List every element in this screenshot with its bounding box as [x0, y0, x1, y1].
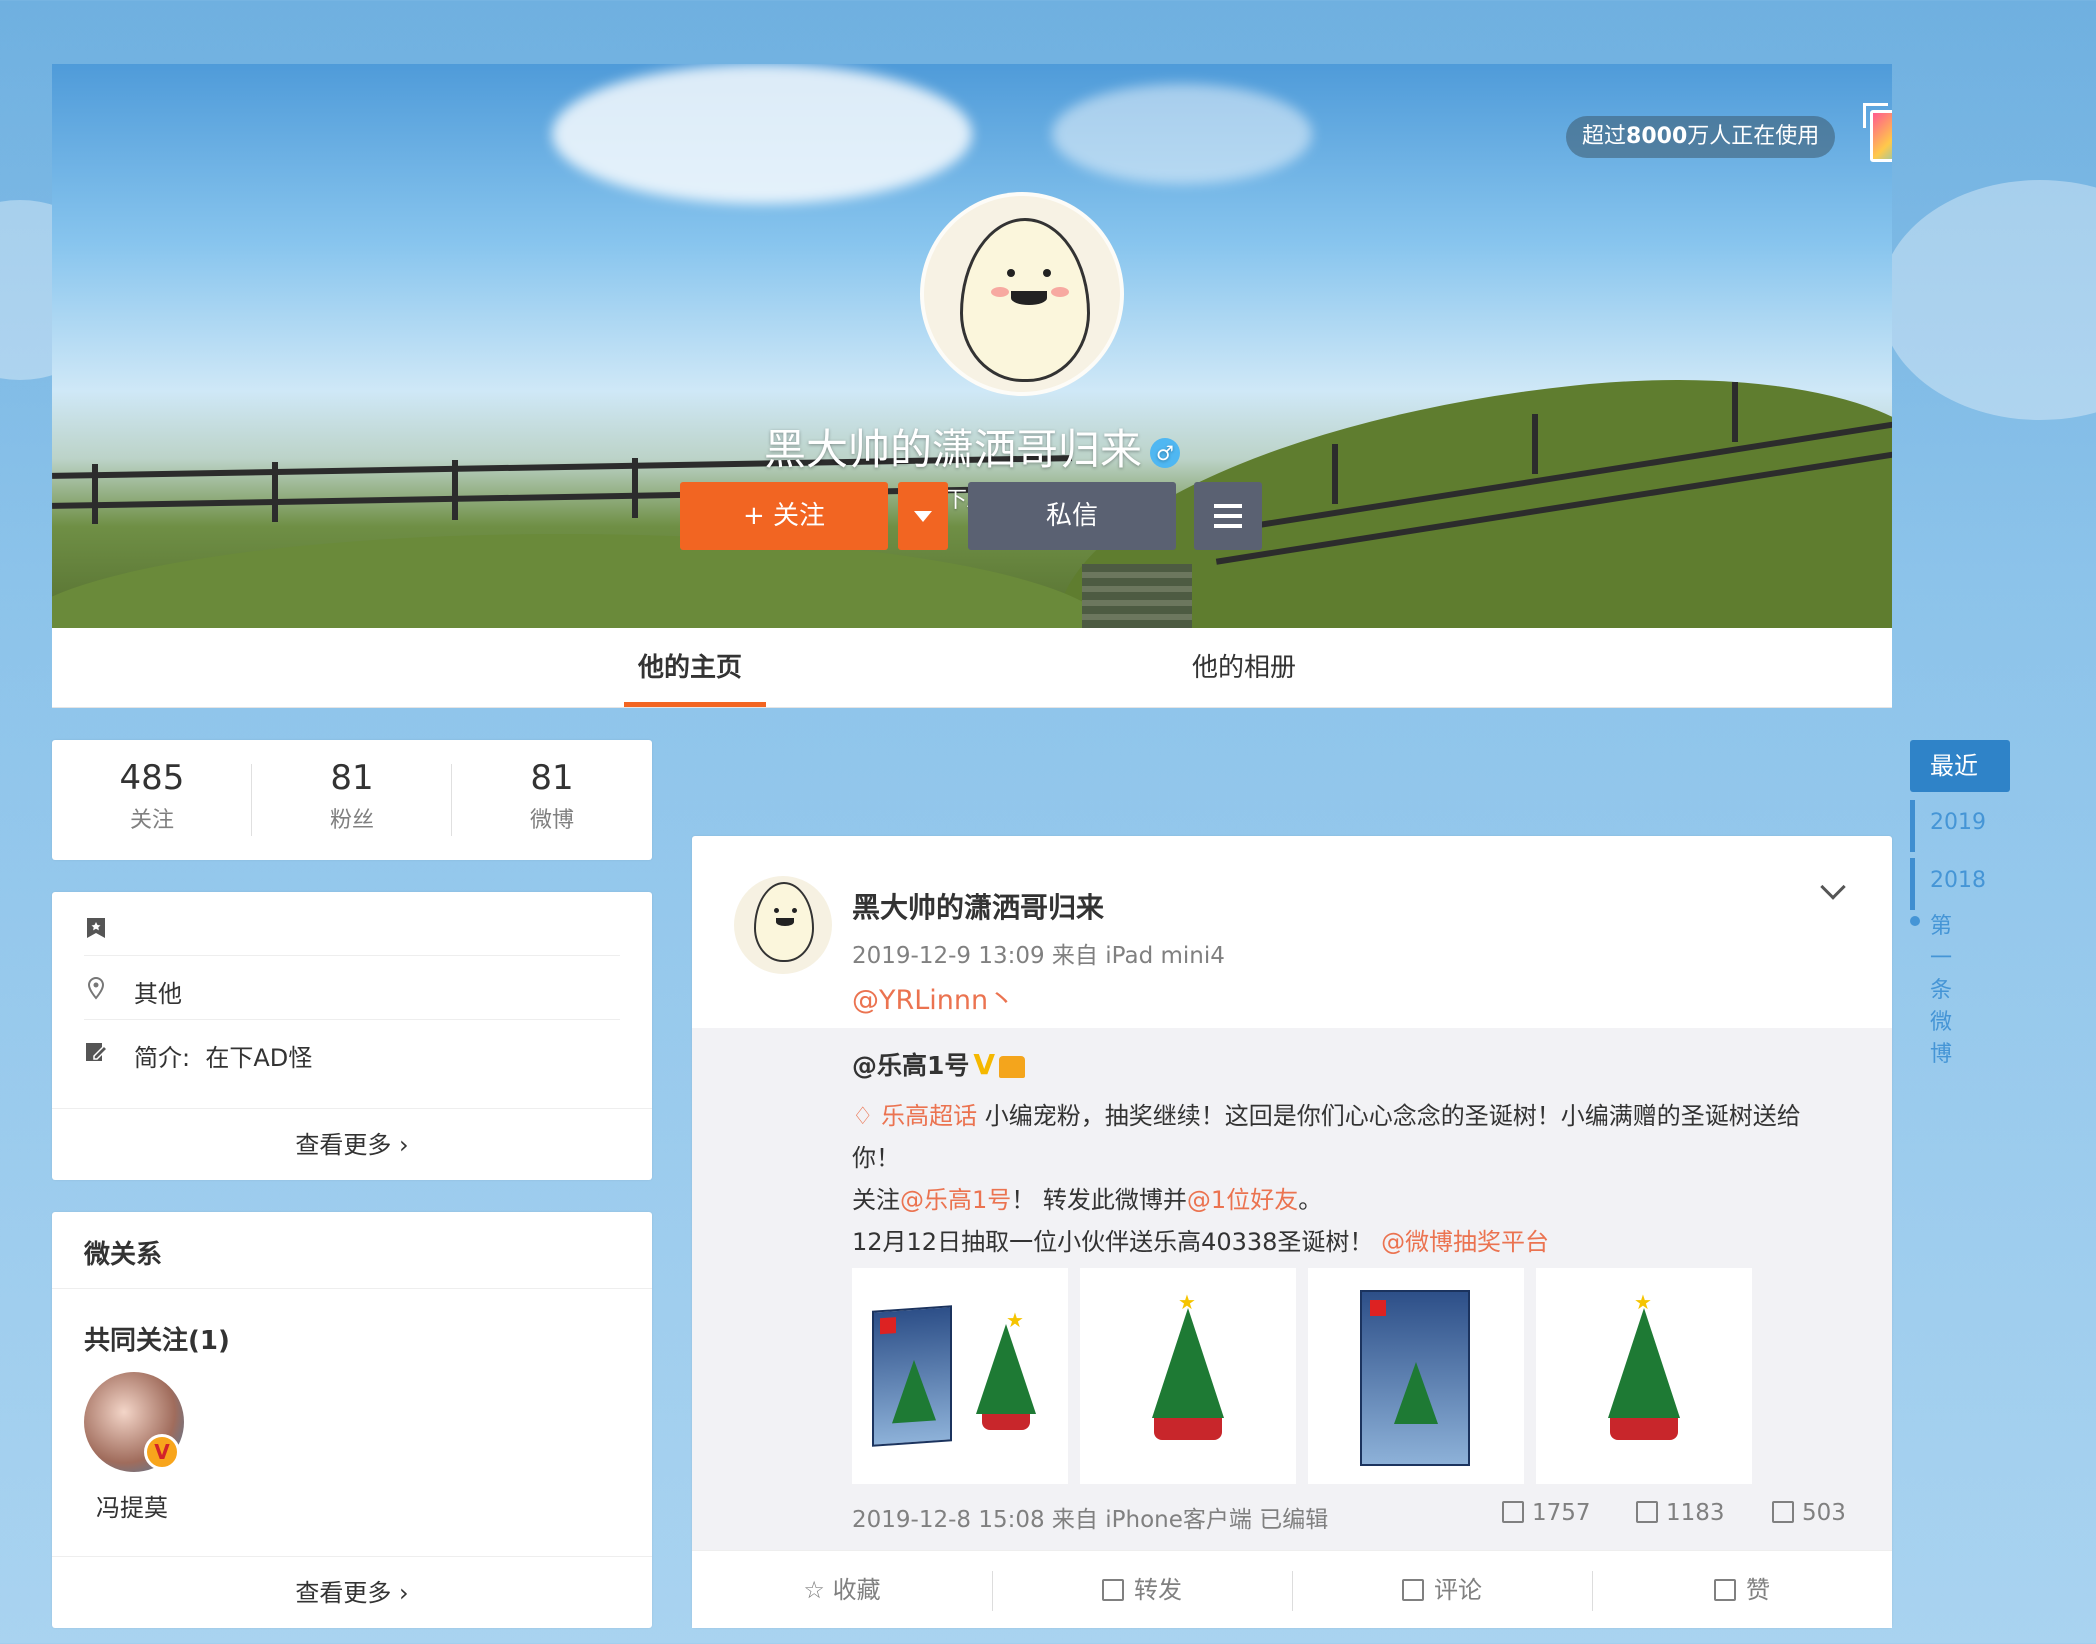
friend-name[interactable]: 冯提莫	[96, 1488, 168, 1523]
share-icon	[1102, 1579, 1124, 1601]
topic-icon: ♢	[852, 1102, 882, 1130]
christmas-tree-icon	[976, 1324, 1036, 1414]
stats-card: 485 关注 81 粉丝 81 微博	[52, 740, 652, 860]
repost-meta: 2019-12-8 15:08 来自 iPhone客户端 已编辑	[852, 1507, 1329, 1533]
info-row-bio: 简介: 在下AD怪	[84, 1020, 620, 1084]
post-image-thumbnail[interactable]: ★	[1536, 1268, 1752, 1484]
timeline-bar	[1910, 800, 1915, 852]
male-icon: ♂	[1150, 437, 1180, 468]
comment-button[interactable]: 评论	[1292, 1551, 1592, 1629]
repost-text-line: ♢ 乐高超话 小编宠粉，抽奖继续！这回是你们心心念念的圣诞树！小编满赠的圣诞树送…	[852, 1102, 1801, 1130]
cover-hill	[52, 534, 1112, 628]
menu-icon	[1214, 504, 1242, 508]
verified-badge-icon: V	[144, 1434, 180, 1470]
message-button[interactable]: 私信	[968, 482, 1176, 550]
follow-button[interactable]: + 关注	[680, 482, 888, 550]
thumbs-up-icon	[1714, 1579, 1736, 1601]
lego-box-icon	[1360, 1290, 1470, 1466]
like-button[interactable]: 赞	[1592, 1551, 1892, 1629]
edit-note-icon	[86, 1043, 108, 1061]
cover-stairs	[1082, 564, 1192, 628]
info-row-badge	[84, 892, 620, 956]
stat-following[interactable]: 485 关注	[52, 758, 252, 834]
menu-button[interactable]	[1194, 482, 1262, 550]
egg-avatar-icon	[960, 218, 1090, 382]
repost-text-line: 你！	[852, 1144, 900, 1172]
cover-cloud	[552, 64, 972, 204]
tab-album[interactable]: 他的相册	[1192, 628, 1296, 708]
timeline-recent[interactable]: 最近	[1910, 740, 2010, 792]
see-more-link[interactable]: 查看更多 ›	[52, 1108, 652, 1180]
stat-posts[interactable]: 81 微博	[452, 758, 652, 834]
post-mention[interactable]: @YRLinnn丶	[852, 978, 1015, 1017]
timeline-year-2018[interactable]: 2018	[1930, 868, 1986, 893]
post-author-name[interactable]: 黑大帅的潇洒哥归来	[852, 886, 1104, 926]
post-card: 黑大帅的潇洒哥归来 2019-12-9 13:09 来自 iPad mini4 …	[692, 836, 1892, 1628]
post-image-thumbnail[interactable]: ★	[852, 1268, 1068, 1484]
location-text: 其他	[134, 980, 182, 1008]
timeline-dot	[1910, 916, 1920, 926]
background-cloud	[1880, 180, 2096, 420]
common-follow-title: 共同关注(1)	[84, 1326, 230, 1356]
active-tab-indicator	[624, 702, 766, 707]
thumbs-up-icon	[1772, 1501, 1794, 1523]
profile-username: 黑大帅的潇洒哥归来 ♂	[52, 416, 1892, 477]
user-count-badge: 超过8000万人正在使用	[1566, 116, 1836, 158]
tree-base	[982, 1414, 1030, 1430]
post-action-bar: ☆ 收藏 转发 评论 赞	[692, 1550, 1892, 1628]
info-row-location: 其他	[84, 956, 620, 1020]
relations-card: 微关系 共同关注(1) V 冯提莫 查看更多 ›	[52, 1212, 652, 1628]
share-icon	[1502, 1501, 1524, 1523]
mention-link[interactable]: @1位好友	[1187, 1186, 1298, 1214]
stat-followers[interactable]: 81 粉丝	[252, 758, 452, 834]
topic-link[interactable]: 乐高超话	[881, 1102, 977, 1130]
cover-cloud	[1052, 84, 1312, 184]
relations-title: 微关系	[84, 1240, 163, 1270]
post-author-avatar[interactable]	[734, 876, 832, 974]
bookmark-badge-icon	[87, 918, 105, 938]
star-outline-icon: ☆	[803, 1576, 833, 1604]
collect-button[interactable]: ☆ 收藏	[692, 1551, 992, 1629]
like-count[interactable]: 503	[1772, 1500, 1846, 1526]
timeline-year-2019[interactable]: 2019	[1930, 810, 1986, 835]
chevron-down-icon[interactable]	[1820, 874, 1846, 900]
chevron-right-icon: ›	[399, 1579, 409, 1607]
chevron-right-icon: ›	[399, 1131, 409, 1159]
post-meta: 2019-12-9 13:09 来自 iPad mini4	[852, 943, 1225, 969]
comment-count[interactable]: 1183	[1636, 1500, 1725, 1526]
follow-dropdown-button[interactable]	[898, 482, 948, 550]
christmas-tree-icon	[1152, 1308, 1224, 1418]
lego-box-icon	[872, 1305, 952, 1447]
repost-text-line: 12月12日抽取一位小伙伴送乐高40338圣诞树！ @微博抽奖平台	[852, 1228, 1550, 1256]
post-image-thumbnail[interactable]	[1308, 1268, 1524, 1484]
verified-v-icon: V	[973, 1048, 996, 1081]
profile-info-card: 其他 简介: 在下AD怪 查看更多 ›	[52, 892, 652, 1180]
profile-avatar[interactable]	[920, 192, 1124, 396]
location-pin-icon	[87, 976, 105, 1000]
post-image-thumbnail[interactable]: ★	[1080, 1268, 1296, 1484]
qr-code-icon[interactable]	[1863, 103, 1892, 162]
repost-count[interactable]: 1757	[1502, 1500, 1591, 1526]
comment-icon	[1402, 1579, 1424, 1601]
repost-button[interactable]: 转发	[992, 1551, 1292, 1629]
timeline-bar	[1910, 858, 1915, 910]
tab-home[interactable]: 他的主页	[638, 628, 742, 708]
divider	[52, 1288, 652, 1289]
mention-link[interactable]: @乐高1号	[900, 1186, 1011, 1214]
see-more-link[interactable]: 查看更多 ›	[52, 1556, 652, 1628]
repost-text-line: 关注@乐高1号！ 转发此微博并@1位好友。	[852, 1186, 1323, 1214]
christmas-tree-icon	[1608, 1308, 1680, 1418]
comment-icon	[1636, 1501, 1658, 1523]
bio-label: 简介: 在下AD怪	[134, 1044, 313, 1072]
profile-tab-bar: 他的主页 他的相册	[52, 628, 1892, 708]
egg-avatar-icon	[754, 882, 814, 962]
profile-cover: 超过8000万人正在使用 黑大帅的潇洒哥归来♂ 在下AD怪 + 关注 私信	[52, 64, 1892, 628]
timeline-first-post[interactable]: 第一条微博	[1930, 908, 1952, 1068]
repost-author[interactable]: @乐高1号 V	[852, 1046, 1026, 1082]
mention-link[interactable]: @微博抽奖平台	[1381, 1228, 1549, 1256]
tree-base	[1154, 1418, 1222, 1440]
crown-icon	[999, 1056, 1026, 1078]
tree-base	[1610, 1418, 1678, 1440]
